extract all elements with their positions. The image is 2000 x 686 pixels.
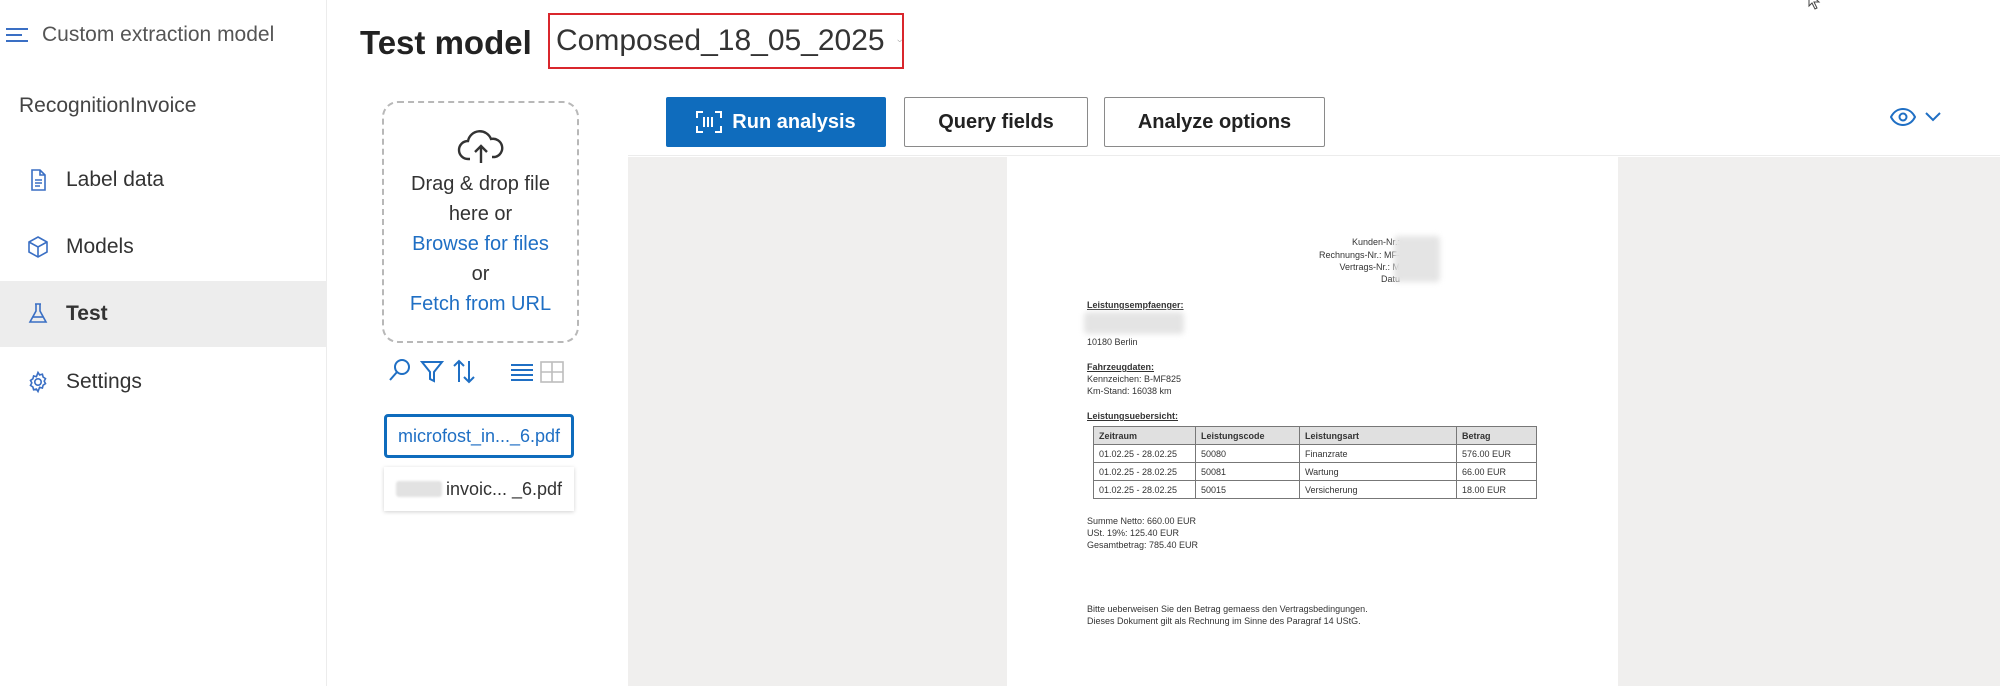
table-cell: Wartung bbox=[1299, 462, 1457, 481]
table-header-row: Zeitraum Leistungscode Leistungsart Betr… bbox=[1093, 426, 1537, 445]
table-cell: 01.02.25 - 28.02.25 bbox=[1093, 462, 1196, 481]
chevron-down-icon bbox=[1925, 112, 1941, 122]
table-cell: 01.02.25 - 28.02.25 bbox=[1093, 444, 1196, 463]
dropzone-text: here or bbox=[448, 203, 513, 225]
doc-field: Vertrags-Nr.: M bbox=[1339, 262, 1400, 272]
app-title: Custom extraction model bbox=[42, 23, 275, 46]
doc-field: Datu bbox=[1380, 274, 1400, 284]
file-item-selected[interactable]: microfost_in..._6.pdf bbox=[384, 414, 574, 458]
view-toggle[interactable] bbox=[1890, 108, 1942, 126]
table-cell: 576.00 EUR bbox=[1456, 444, 1537, 463]
gear-icon bbox=[29, 370, 47, 394]
sidebar-item-label: Models bbox=[66, 235, 134, 258]
table-cell: 50080 bbox=[1195, 444, 1300, 463]
table-header-cell: Zeitraum bbox=[1093, 426, 1196, 445]
browse-files-link[interactable]: Browse for files bbox=[384, 229, 577, 259]
dropzone-text: Drag & drop file bbox=[411, 173, 550, 195]
run-analysis-button[interactable]: Run analysis bbox=[666, 97, 886, 147]
doc-field: Rechnungs-Nr.: MF- bbox=[1318, 250, 1400, 260]
table-cell: 50081 bbox=[1195, 462, 1300, 481]
table-header-cell: Leistungscode bbox=[1195, 426, 1300, 445]
chevron-down-icon bbox=[897, 39, 902, 43]
sidebar: Custom extraction model RecognitionInvoi… bbox=[0, 0, 327, 686]
table-header-cell: Betrag bbox=[1456, 426, 1537, 445]
table-cell: 66.00 EUR bbox=[1456, 462, 1537, 481]
doc-tax: USt. 19%: 125.40 EUR bbox=[1087, 528, 1180, 538]
analyze-options-button[interactable]: Analyze options bbox=[1104, 97, 1325, 147]
doc-recipient-city: 10180 Berlin bbox=[1087, 337, 1138, 347]
table-cell: 01.02.25 - 28.02.25 bbox=[1093, 480, 1196, 499]
file-name: invoic... _6.pdf bbox=[445, 478, 563, 499]
list-view-icon[interactable] bbox=[509, 356, 535, 386]
table-header-cell: Leistungsart bbox=[1299, 426, 1457, 445]
doc-footer-line: Bitte ueberweisen Sie den Betrag gemaess… bbox=[1087, 604, 1368, 614]
sort-icon[interactable] bbox=[451, 356, 477, 386]
table-row: 01.02.25 - 28.02.25 50080 Finanzrate 576… bbox=[1093, 444, 1537, 463]
table-cell: Versicherung bbox=[1299, 480, 1457, 499]
dropzone-text: or bbox=[471, 263, 490, 285]
filter-icon[interactable] bbox=[419, 356, 445, 386]
menu-icon[interactable] bbox=[6, 27, 28, 43]
file-item[interactable]: invoic... _6.pdf bbox=[384, 467, 574, 511]
cloud-upload-icon bbox=[384, 129, 577, 169]
project-name: RecognitionInvoice bbox=[19, 94, 197, 117]
redacted-area bbox=[1394, 236, 1440, 282]
sidebar-item-label: Settings bbox=[66, 370, 142, 393]
mouse-cursor-icon bbox=[1808, 0, 1821, 10]
redacted-text bbox=[395, 481, 442, 497]
redacted-area bbox=[1084, 312, 1184, 334]
doc-overview-title: Leistungsuebersicht: bbox=[1087, 411, 1179, 421]
search-icon[interactable] bbox=[387, 356, 413, 386]
doc-total: Gesamtbetrag: 785.40 EUR bbox=[1087, 540, 1199, 550]
page-title: Test model bbox=[360, 24, 532, 61]
sidebar-item-models[interactable]: Models bbox=[0, 214, 327, 280]
sidebar-item-settings[interactable]: Settings bbox=[0, 349, 327, 415]
doc-services-table: Zeitraum Leistungscode Leistungsart Betr… bbox=[1093, 426, 1537, 499]
run-analysis-label: Run analysis bbox=[732, 110, 856, 133]
table-row: 01.02.25 - 28.02.25 50081 Wartung 66.00 … bbox=[1093, 462, 1537, 481]
file-toolbar bbox=[387, 356, 565, 386]
table-cell: 18.00 EUR bbox=[1456, 480, 1537, 499]
flask-icon bbox=[28, 303, 48, 323]
table-cell: 50015 bbox=[1195, 480, 1300, 499]
doc-footer-line: Dieses Dokument gilt als Rechnung im Sin… bbox=[1087, 616, 1361, 626]
doc-vehicle-km: Km-Stand: 16038 km bbox=[1087, 386, 1172, 396]
doc-vehicle-plate: Kennzeichen: B-MF825 bbox=[1087, 374, 1182, 384]
doc-recipient-title: Leistungsempfaenger: bbox=[1087, 300, 1184, 310]
sidebar-item-label-data[interactable]: Label data bbox=[0, 147, 327, 213]
table-row: 01.02.25 - 28.02.25 50015 Versicherung 1… bbox=[1093, 480, 1537, 499]
file-name: microfost_in..._6.pdf bbox=[397, 425, 561, 446]
model-dropdown[interactable]: Composed_18_05_2025 bbox=[548, 13, 904, 69]
eye-icon bbox=[1890, 108, 1916, 126]
sidebar-header[interactable]: Custom extraction model bbox=[6, 20, 274, 50]
grid-view-icon[interactable] bbox=[539, 356, 565, 386]
file-dropzone[interactable]: Drag & drop file here or Browse for file… bbox=[382, 101, 579, 343]
selected-model: Composed_18_05_2025 bbox=[556, 24, 885, 57]
document-icon bbox=[31, 169, 46, 191]
sidebar-item-label: Test bbox=[66, 302, 108, 325]
cube-icon bbox=[28, 236, 48, 258]
doc-field: Kunden-Nr.: bbox=[1351, 237, 1400, 247]
sidebar-item-label: Label data bbox=[66, 168, 165, 191]
doc-vehicle-title: Fahrzeugdaten: bbox=[1087, 362, 1155, 372]
table-cell: Finanzrate bbox=[1299, 444, 1457, 463]
scan-icon bbox=[696, 111, 723, 133]
fetch-url-link[interactable]: Fetch from URL bbox=[384, 289, 577, 319]
doc-sum-net: Summe Netto: 660.00 EUR bbox=[1087, 516, 1197, 526]
sidebar-item-test[interactable]: Test bbox=[0, 281, 327, 347]
query-fields-button[interactable]: Query fields bbox=[904, 97, 1088, 147]
